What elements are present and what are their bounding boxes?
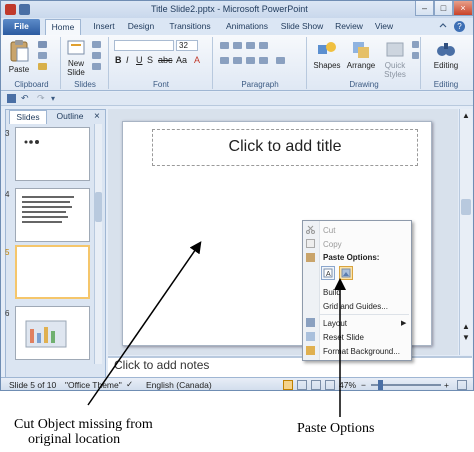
- annotation-paste-options: Paste Options: [297, 421, 375, 436]
- annotation-cut-line1: Cut Object missing from: [14, 417, 153, 432]
- annotation-cut-line2: original location: [28, 432, 121, 447]
- cut-object-arrow: [87, 241, 202, 406]
- annotation-arrows: [87, 241, 346, 417]
